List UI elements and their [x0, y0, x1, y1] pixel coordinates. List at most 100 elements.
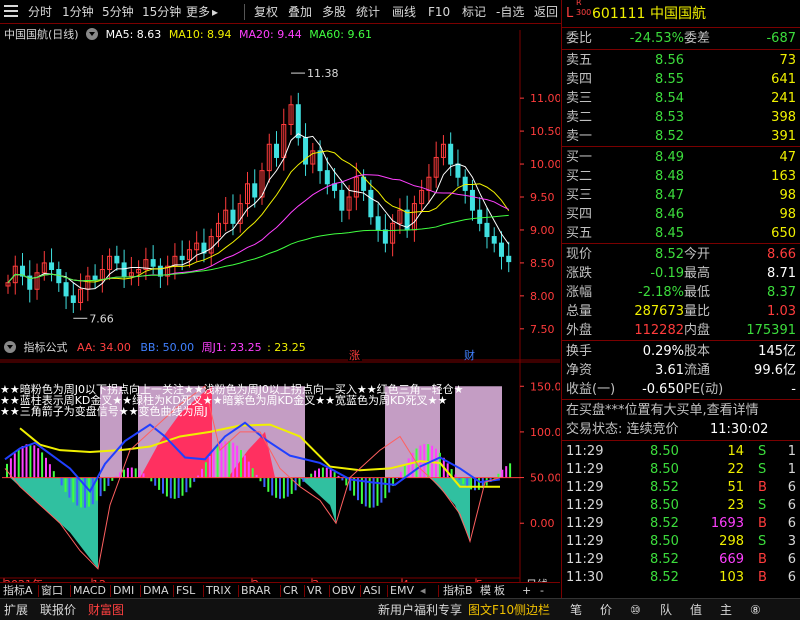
buy-price: 8.48	[655, 169, 684, 184]
stat-value: 8.71	[767, 266, 796, 281]
ind-histogram-bar	[247, 461, 250, 478]
ten-icon[interactable]: ⑩	[630, 602, 641, 618]
main-icon[interactable]: 主	[720, 602, 732, 618]
tab-scroll-left-icon[interactable]: ◂	[420, 584, 426, 598]
tab-mo[interactable]: 模	[480, 584, 491, 598]
status-caifu[interactable]: 财富图	[88, 602, 124, 618]
button-biaoji[interactable]: 标记	[462, 3, 486, 21]
tick-count: 6	[787, 552, 796, 567]
candle-body	[317, 150, 323, 172]
tab-window[interactable]: 窗口	[41, 584, 63, 598]
tab-vr[interactable]: VR	[307, 584, 322, 598]
tab-obv[interactable]: OBV	[332, 584, 355, 598]
indicator-toggle-icon[interactable]	[4, 341, 16, 353]
ind-histogram-bar	[76, 477, 79, 506]
sell-price: 8.52	[655, 129, 684, 144]
notice-row[interactable]: 在买盘***位置有大买单,查看详情	[562, 401, 800, 420]
tab-more[interactable]: 更多	[186, 3, 210, 21]
zoom-out-button[interactable]: -	[540, 584, 544, 598]
tab-fsl[interactable]: FSL	[176, 584, 195, 598]
tab-15min[interactable]: 15分钟	[142, 3, 181, 21]
buy-label: 买四	[566, 207, 593, 222]
status-newuser[interactable]: 新用户福利专享	[378, 602, 462, 618]
button-f10[interactable]: F10	[428, 3, 450, 21]
y-tick-label: 9.50	[530, 191, 555, 204]
tick-count: 6	[787, 570, 796, 585]
tab-1min[interactable]: 1分钟	[62, 3, 94, 21]
stat-label: 涨跌	[566, 266, 593, 281]
stat2-row: 收益(一) -0.650 PE(动) -	[562, 380, 800, 399]
button-zixuan[interactable]: -自选	[496, 3, 524, 21]
candle-body	[295, 104, 301, 139]
legend-toggle-icon[interactable]	[86, 28, 99, 40]
market-badge: L	[566, 6, 574, 21]
ind-histogram-bar	[279, 477, 281, 499]
ind-histogram-bar	[497, 473, 500, 478]
stat-label: 总量	[566, 304, 593, 319]
candle-body	[455, 163, 461, 178]
tab-asi[interactable]: ASI	[363, 584, 381, 598]
button-tongji[interactable]: 统计	[356, 3, 380, 21]
queue-icon[interactable]: 队	[660, 602, 672, 618]
price-icon[interactable]: 价	[600, 602, 612, 618]
ind-histogram-bar	[107, 477, 110, 486]
tab-emv[interactable]: EMV	[390, 584, 414, 598]
button-duogu[interactable]: 多股	[322, 3, 346, 21]
ind-histogram-bar	[33, 445, 36, 478]
stat-label: 外盘	[566, 323, 593, 338]
ind-histogram-bar	[177, 477, 180, 498]
status-expand[interactable]: 扩展	[4, 602, 28, 618]
candle-body	[150, 259, 156, 267]
tab-macd[interactable]: MACD	[73, 584, 106, 598]
ind-histogram-bar	[84, 477, 86, 508]
tab-dma[interactable]: DMA	[143, 584, 169, 598]
tab-indicator-a[interactable]: 指标A	[3, 584, 33, 598]
tab-trix[interactable]: TRIX	[206, 584, 231, 598]
tab-brar[interactable]: BRAR	[241, 584, 271, 598]
tab-cr[interactable]: CR	[283, 584, 298, 598]
button-fuquan[interactable]: 复权	[254, 3, 278, 21]
sell-volume: 73	[779, 53, 796, 68]
ind-histogram-bar	[271, 477, 274, 496]
button-huaxian[interactable]: 画线	[392, 3, 416, 21]
stat-value: 0.29%	[642, 344, 684, 359]
more-arrow-icon[interactable]: ▸	[212, 3, 218, 21]
big-order-notice[interactable]: 在买盘***位置有大买单,查看详情	[566, 401, 759, 420]
ind-histogram-bar	[224, 441, 227, 478]
ind-histogram-bar	[99, 477, 102, 497]
status-lianbao[interactable]: 联报价	[40, 602, 76, 618]
candle-body	[121, 262, 127, 277]
button-fanhui[interactable]: 返回	[534, 3, 558, 21]
tick-volume: 298	[719, 534, 744, 549]
status-f10[interactable]: 图文F10	[468, 602, 514, 618]
stat-label: 流通	[684, 363, 711, 378]
menu-icon[interactable]	[4, 5, 18, 18]
buy-price: 8.46	[655, 207, 684, 222]
stat-row: 总量 287673 量比 1.03	[562, 302, 800, 321]
tab-5min[interactable]: 5分钟	[102, 3, 134, 21]
candle-body	[368, 189, 374, 218]
zoom-in-button[interactable]: +	[522, 584, 531, 598]
ind-histogram-bar	[173, 477, 176, 499]
buy-row: 买一 8.49 47	[562, 148, 800, 167]
button-diejia[interactable]: 叠加	[288, 3, 312, 21]
tab-dmi[interactable]: DMI	[113, 584, 134, 598]
stat-label: 净资	[566, 363, 593, 378]
buy-label: 买一	[566, 150, 593, 165]
kline-chart[interactable]: 11.38 7.66 涨 财 11.00 10.50 10.00 9.50 9.00 8.50 8…	[0, 24, 560, 596]
candle-body	[498, 242, 504, 257]
eight-icon[interactable]: ⑧	[750, 602, 761, 618]
tab-fenshi[interactable]: 分时	[28, 3, 52, 21]
ind-histogram-bar	[310, 473, 313, 478]
value-icon[interactable]: 值	[690, 602, 702, 618]
tab-ban[interactable]: 板	[494, 584, 505, 598]
y-tick-label: 9.00	[530, 224, 555, 237]
stat-value: 8.66	[767, 247, 796, 262]
tick-time: 11:29	[566, 498, 604, 513]
ma-line-ma60	[7, 214, 509, 284]
ind-histogram-bar	[204, 462, 207, 478]
status-sidebar[interactable]: 侧边栏	[514, 602, 550, 618]
pen-icon[interactable]: 笔	[570, 602, 582, 618]
indicator-bb: BB: 50.00	[140, 341, 195, 354]
tab-indicator-b[interactable]: 指标B	[443, 584, 473, 598]
